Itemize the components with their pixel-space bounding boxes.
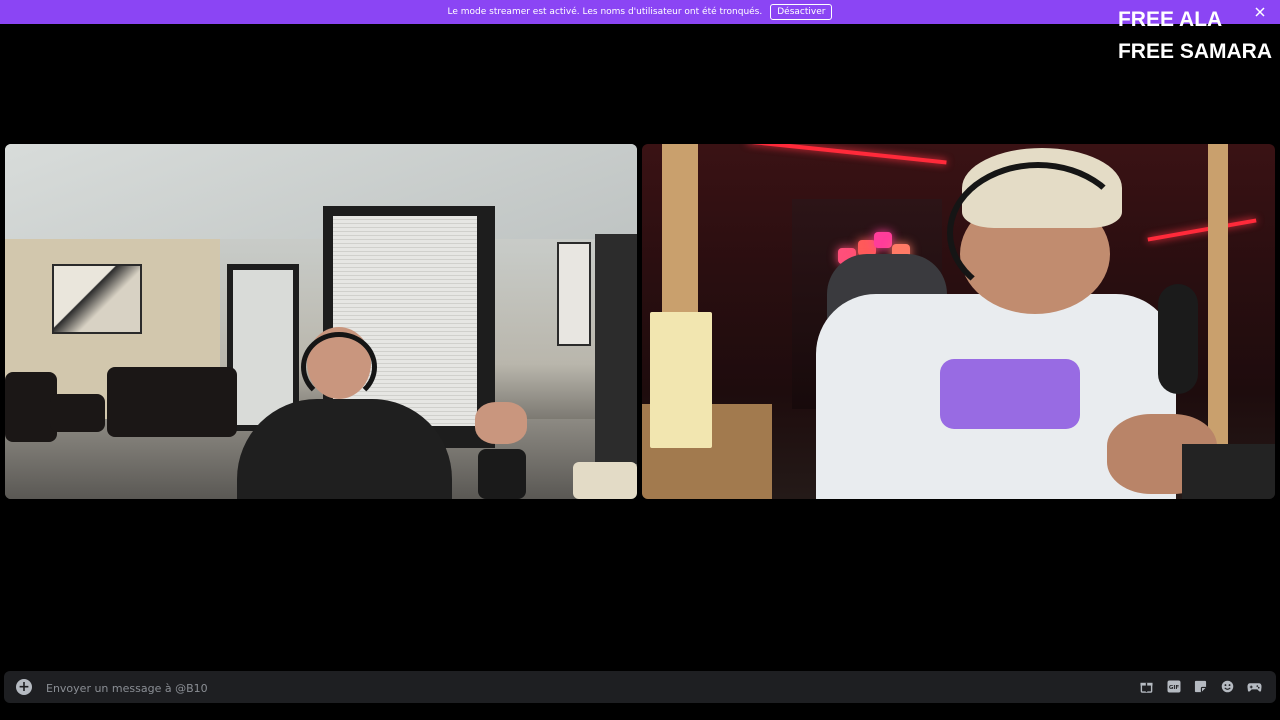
- led-strip-top: [747, 144, 947, 165]
- hex-light-3: [874, 232, 892, 248]
- gif-icon[interactable]: GIF: [1166, 679, 1181, 694]
- person-left-hand: [475, 402, 527, 444]
- doorway: [595, 234, 637, 464]
- wall-painting: [52, 264, 142, 334]
- led-strip-right: [1147, 218, 1257, 242]
- food-plate: [573, 462, 637, 499]
- shirt-graphic: [940, 359, 1080, 429]
- message-composer: + GIF: [4, 671, 1276, 703]
- gift-icon[interactable]: [1139, 679, 1154, 694]
- streamer-mode-banner: Le mode streamer est activé. Les noms d'…: [0, 0, 1280, 24]
- speaker: [478, 449, 526, 499]
- overlay-line-1: FREE ALA: [1117, 8, 1223, 31]
- game-controller-icon[interactable]: [1247, 679, 1262, 694]
- person-left-headset: [301, 332, 377, 402]
- juice-carton: [650, 312, 712, 448]
- message-input[interactable]: [44, 677, 1128, 699]
- person-left-torso: [237, 399, 452, 499]
- overlay-line-2: FREE SAMARA: [1117, 40, 1272, 63]
- sticker-icon[interactable]: [1193, 679, 1208, 694]
- microphone: [1158, 284, 1198, 394]
- wall-art-right: [557, 242, 591, 346]
- ceiling: [5, 144, 637, 239]
- ottoman: [50, 394, 105, 432]
- sofa: [107, 367, 237, 437]
- disable-streamer-mode-button[interactable]: Désactiver: [770, 4, 833, 20]
- video-tile-right[interactable]: [642, 144, 1275, 499]
- svg-text:GIF: GIF: [1168, 685, 1179, 691]
- stream-overlay-text: FREE ALA FREE SAMARA: [1118, 4, 1272, 68]
- emoji-icon[interactable]: [1220, 679, 1235, 694]
- banner-message: Le mode streamer est activé. Les noms d'…: [447, 7, 763, 17]
- plus-circle-icon[interactable]: +: [16, 679, 32, 695]
- person-right-headset: [947, 162, 1129, 304]
- composer-actions: GIF: [1139, 679, 1262, 694]
- video-tile-left[interactable]: [5, 144, 637, 499]
- keyboard: [1182, 444, 1275, 499]
